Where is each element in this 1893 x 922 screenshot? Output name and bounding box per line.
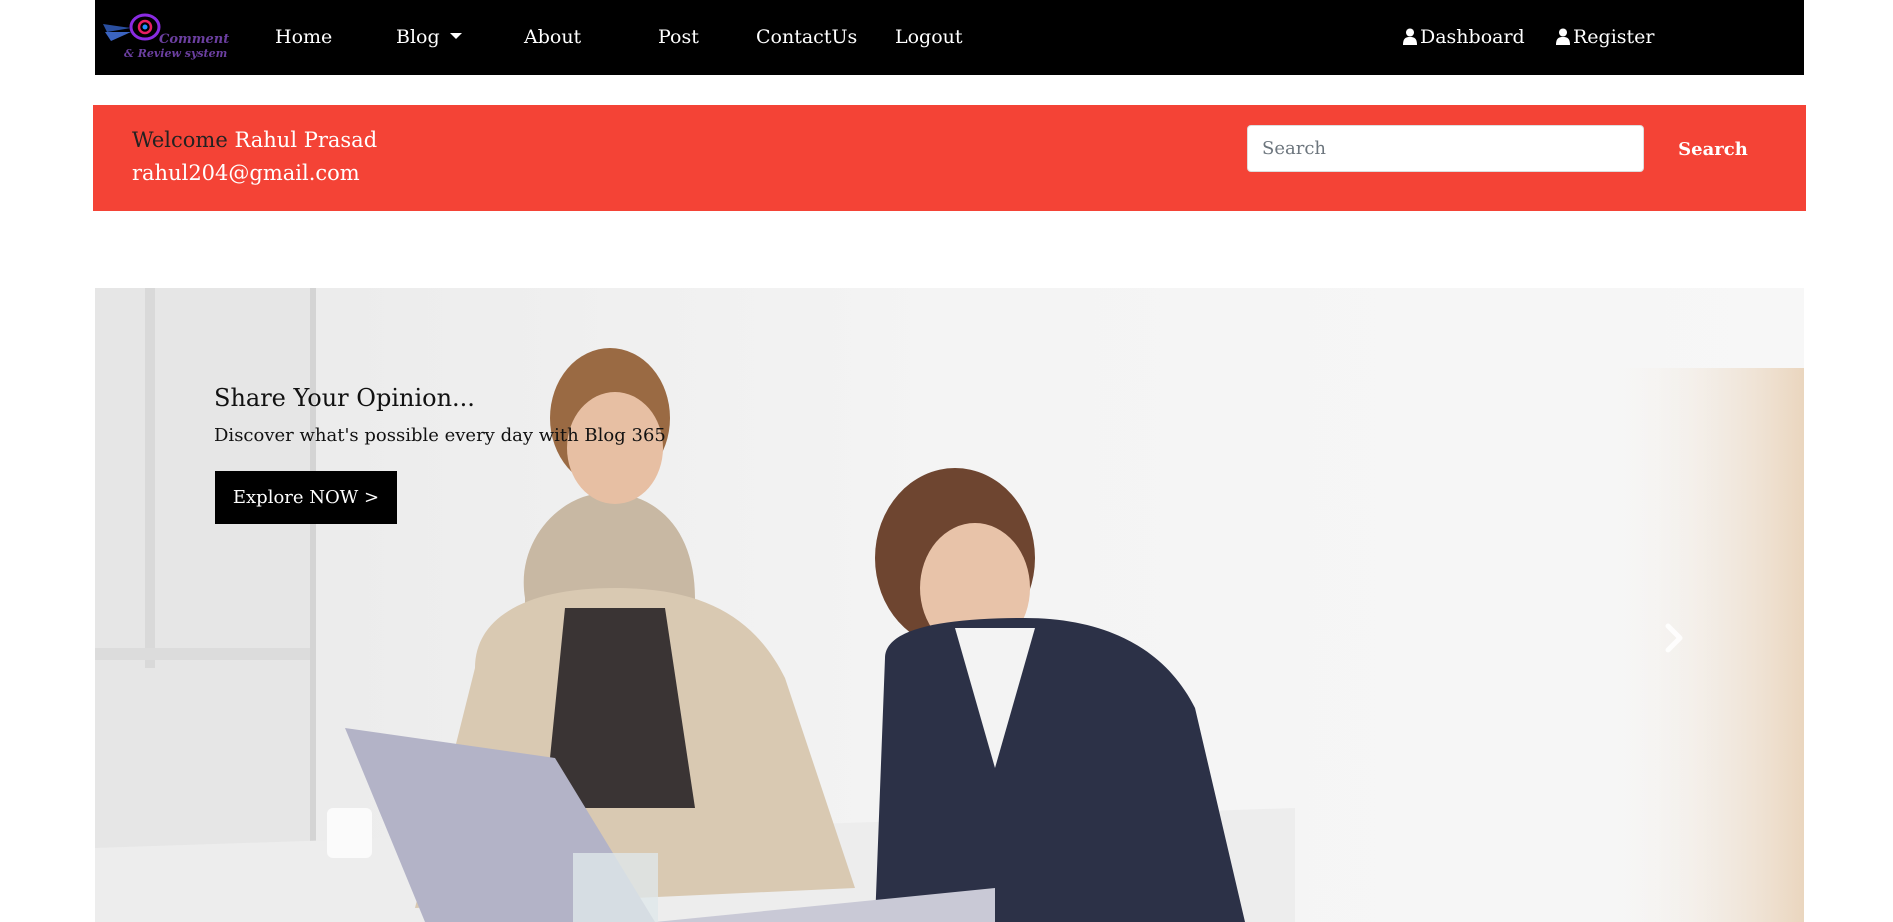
nav-dashboard-label: Dashboard xyxy=(1420,26,1525,48)
caret-down-icon xyxy=(449,33,462,39)
explore-now-button[interactable]: Explore NOW > xyxy=(215,471,397,524)
site-logo[interactable]: Comment & Review system xyxy=(101,8,229,66)
nav-register[interactable]: Register xyxy=(1556,26,1655,48)
welcome-bar: Welcome Rahul Prasad rahul204@gmail.com … xyxy=(93,105,1806,211)
nav-logout[interactable]: Logout xyxy=(895,26,963,48)
chevron-right-icon[interactable] xyxy=(1660,618,1690,658)
nav-contactus[interactable]: ContactUs xyxy=(756,26,857,48)
user-email: rahul204@gmail.com xyxy=(132,161,360,185)
welcome-prefix: Welcome xyxy=(132,128,228,152)
user-icon xyxy=(1556,28,1570,45)
nav-register-label: Register xyxy=(1573,26,1655,48)
search-button[interactable]: Search xyxy=(1671,128,1755,170)
logo-text-review: & Review system xyxy=(124,47,228,60)
nav-post[interactable]: Post xyxy=(658,26,699,48)
logo-text-comment: Comment xyxy=(159,32,230,47)
nav-blog-label: Blog xyxy=(396,26,440,48)
nav-about[interactable]: About xyxy=(524,26,581,48)
user-icon xyxy=(1403,28,1417,45)
nav-home[interactable]: Home xyxy=(275,26,332,48)
hero-subtitle: Discover what's possible every day with … xyxy=(214,425,666,446)
user-name: Rahul Prasad xyxy=(234,128,378,152)
top-navbar: Comment & Review system Home Blog About … xyxy=(95,0,1804,75)
nav-dashboard[interactable]: Dashboard xyxy=(1403,26,1525,48)
hero-title: Share Your Opinion... xyxy=(214,384,475,412)
welcome-greeting: Welcome Rahul Prasad xyxy=(132,128,377,152)
nav-blog-dropdown[interactable]: Blog xyxy=(396,26,462,48)
hero-carousel: Share Your Opinion... Discover what's po… xyxy=(95,288,1804,922)
search-input[interactable] xyxy=(1247,125,1644,172)
